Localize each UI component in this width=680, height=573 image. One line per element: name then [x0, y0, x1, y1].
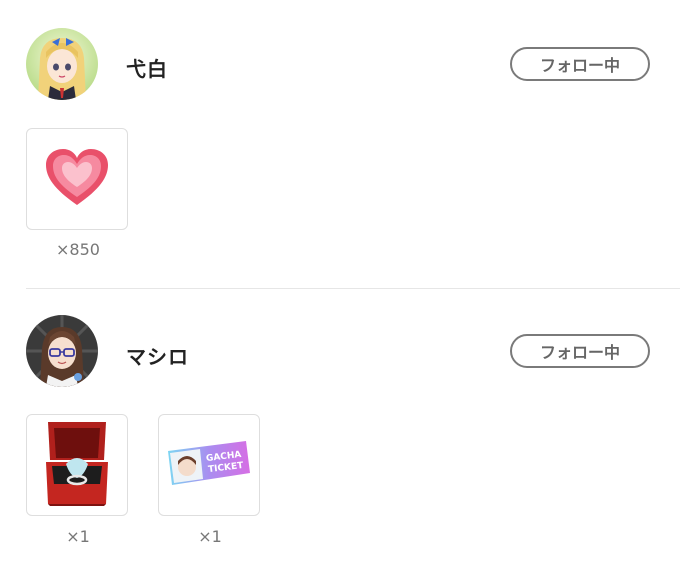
gift-count: ×1	[198, 527, 222, 546]
user-entry: 弋白 フォロー中 ×850	[0, 0, 680, 288]
gift-count: ×850	[56, 240, 100, 259]
heart-icon	[44, 147, 110, 211]
gift-item[interactable]: GACHA TICKET	[158, 414, 260, 516]
gacha-ticket-icon: GACHA TICKET	[166, 437, 252, 493]
avatar[interactable]	[26, 315, 98, 387]
gift-count: ×1	[66, 527, 90, 546]
following-button[interactable]: フォロー中	[510, 47, 650, 81]
username[interactable]: マシロ	[126, 341, 189, 370]
user-entry: マシロ フォロー中 ×1 GACHA TICKET ×1	[0, 289, 680, 573]
gift-item[interactable]	[26, 414, 128, 516]
avatar[interactable]	[26, 28, 98, 100]
username[interactable]: 弋白	[126, 53, 168, 82]
ring-box-icon	[42, 418, 112, 512]
following-button[interactable]: フォロー中	[510, 334, 650, 368]
gift-item[interactable]	[26, 128, 128, 230]
